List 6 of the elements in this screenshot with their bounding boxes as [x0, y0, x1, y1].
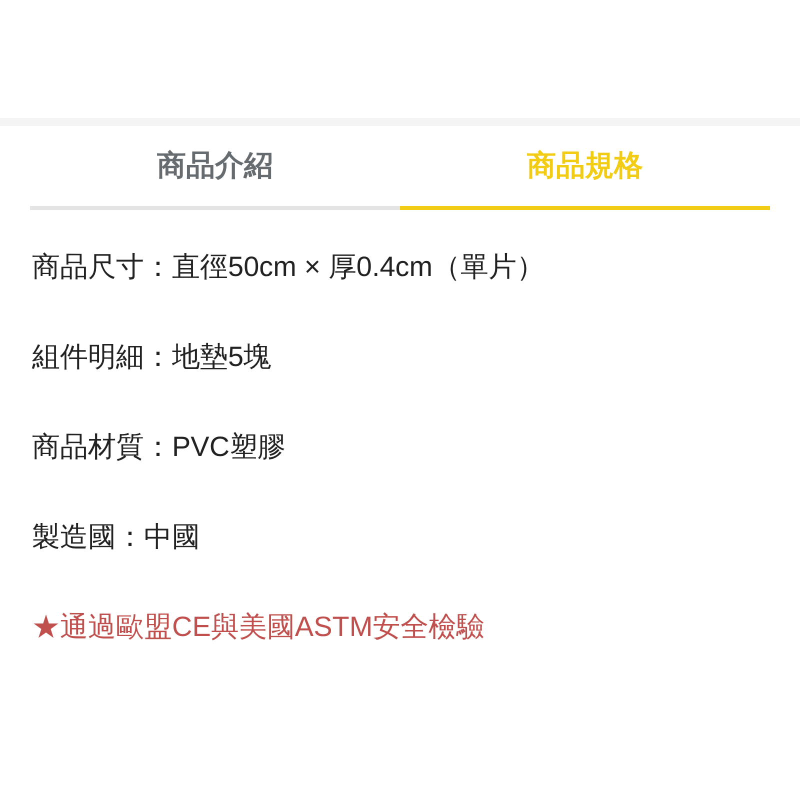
- spec-line: 組件明細：地墊5塊: [32, 340, 273, 374]
- spec-line: 商品尺寸：直徑50cm × 厚0.4cm（單片）: [32, 250, 546, 284]
- spec-line: 商品材質：PVC塑膠: [32, 430, 287, 464]
- certification-note: ★通過歐盟CE與美國ASTM安全檢驗: [32, 610, 486, 644]
- spec-line: 製造國：中國: [32, 520, 201, 554]
- tab[interactable]: 商品介紹: [30, 126, 400, 210]
